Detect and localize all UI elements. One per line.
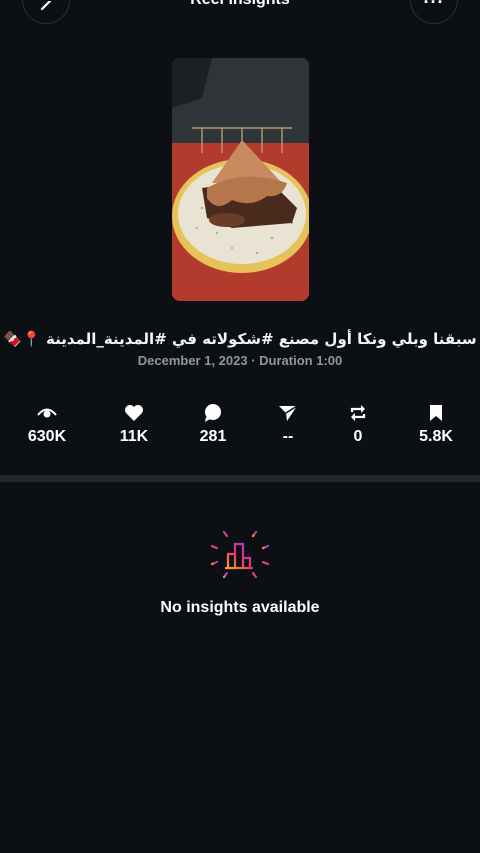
heart-icon [125, 405, 143, 421]
more-icon: ··· [423, 0, 445, 12]
stat-comments-value: 281 [199, 428, 227, 445]
stat-views-value: 630K [27, 428, 67, 445]
stat-saves-value: 5.8K [419, 428, 453, 445]
repost-icon [350, 405, 366, 421]
stat-reposts-value: 0 [353, 428, 363, 445]
reel-caption: سبقنا وبلي ونكا أول مصنع #شكولاته في #ال… [3, 330, 477, 348]
section-divider [0, 475, 480, 482]
stat-likes[interactable]: 11K [94, 402, 174, 446]
comment-icon [205, 404, 221, 422]
stats-row: 630K 11K 281 -- 0 5.8K [0, 402, 480, 452]
page-title: Reel insights [0, 0, 480, 9]
empty-state-text: No insights available [160, 599, 320, 616]
stat-shares[interactable]: -- [248, 402, 328, 446]
header: Reel insights ··· [0, 0, 480, 24]
share-icon [279, 405, 298, 421]
stat-likes-value: 11K [119, 428, 149, 445]
more-options-button[interactable]: ··· [410, 0, 458, 24]
stat-views[interactable]: 630K [7, 402, 87, 446]
bookmark-icon [430, 405, 442, 421]
reel-thumbnail[interactable] [172, 58, 309, 301]
eye-icon [37, 408, 57, 418]
reel-meta: December 1, 2023 · Duration 1:00 [137, 353, 343, 368]
reel-preview-image [172, 58, 309, 301]
stat-shares-value: -- [282, 428, 294, 445]
stat-saves[interactable]: 5.8K [396, 402, 476, 446]
insights-chart-icon [208, 524, 272, 593]
stat-comments[interactable]: 281 [173, 402, 253, 446]
stat-reposts[interactable]: 0 [318, 402, 398, 446]
